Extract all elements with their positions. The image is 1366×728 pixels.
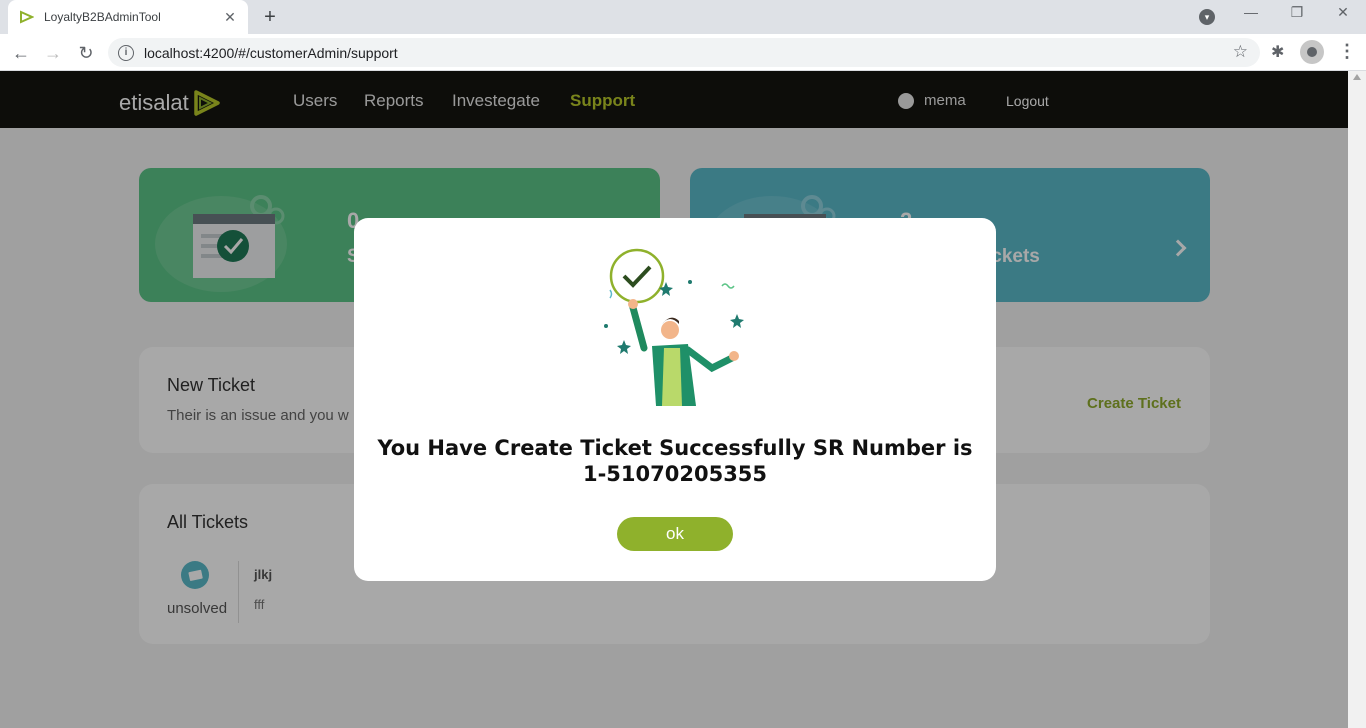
extensions-icon[interactable]: ✱ <box>1271 42 1284 62</box>
url-text[interactable]: localhost:4200/#/customerAdmin/support <box>144 45 398 61</box>
success-message-line1: You Have Create Ticket Successfully SR N… <box>377 436 973 460</box>
minimize-icon[interactable]: — <box>1236 4 1266 20</box>
tab-close-icon[interactable]: ✕ <box>222 9 238 26</box>
success-modal: You Have Create Ticket Successfully SR N… <box>354 218 996 581</box>
favicon-icon <box>20 10 34 24</box>
forward-icon[interactable]: → <box>42 42 64 64</box>
browser-menu-icon[interactable]: ⋮ <box>1338 41 1356 62</box>
close-window-icon[interactable]: ✕ <box>1328 4 1358 21</box>
restore-icon[interactable]: ❐ <box>1282 4 1312 21</box>
back-icon[interactable]: ← <box>10 42 32 64</box>
ok-button[interactable]: ok <box>617 517 733 551</box>
sr-number: 1-51070205355 <box>582 462 768 486</box>
page-scrollbar[interactable] <box>1348 71 1366 728</box>
browser-toolbar: ← → ↻ i localhost:4200/#/customerAdmin/s… <box>0 34 1366 71</box>
tab-search-icon[interactable]: ▾ <box>1199 9 1215 25</box>
tab-title: LoyaltyB2BAdminTool <box>44 10 161 24</box>
bookmark-star-icon[interactable]: ☆ <box>1233 42 1248 62</box>
browser-tab[interactable]: LoyaltyB2BAdminTool ✕ <box>8 0 248 34</box>
address-bar[interactable]: i localhost:4200/#/customerAdmin/support… <box>108 38 1260 67</box>
profile-avatar-icon[interactable] <box>1300 40 1324 64</box>
success-illustration-icon <box>604 248 744 406</box>
browser-tab-bar: LoyaltyB2BAdminTool ✕ + ▾ — ❐ ✕ <box>0 0 1366 34</box>
reload-icon[interactable]: ↻ <box>75 42 97 64</box>
success-message: You Have Create Ticket Successfully SR N… <box>354 435 996 487</box>
new-tab-button[interactable]: + <box>258 6 282 28</box>
site-info-icon[interactable]: i <box>118 44 134 61</box>
